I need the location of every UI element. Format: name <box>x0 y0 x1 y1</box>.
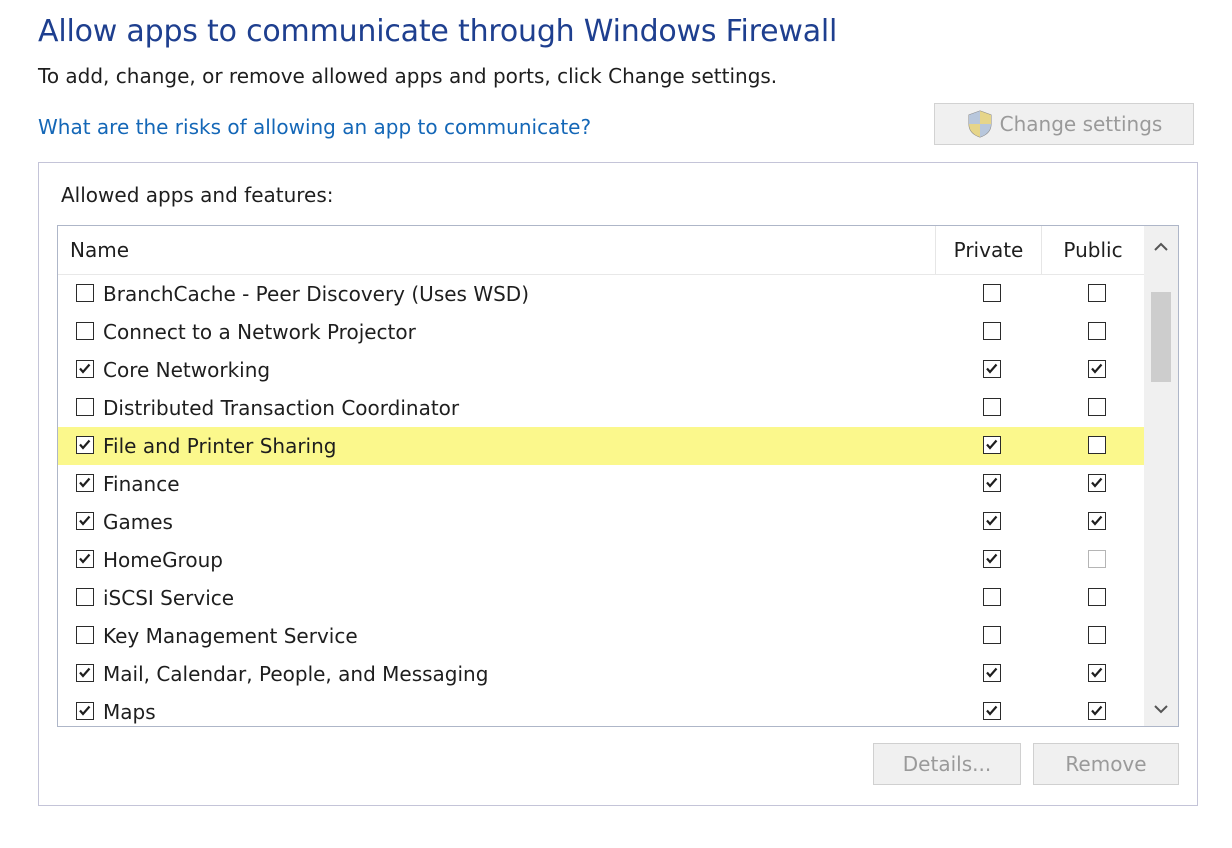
page-title: Allow apps to communicate through Window… <box>38 14 838 49</box>
public-network-checkbox[interactable] <box>1088 702 1106 720</box>
private-network-checkbox[interactable] <box>983 474 1001 492</box>
app-row[interactable]: Key Management Service <box>58 617 1144 655</box>
app-name-label: Distributed Transaction Coordinator <box>103 396 460 420</box>
app-enabled-checkbox[interactable] <box>76 436 94 454</box>
app-row[interactable]: File and Printer Sharing <box>58 427 1152 465</box>
private-network-checkbox[interactable] <box>983 284 1001 302</box>
app-name-label: iSCSI Service <box>103 586 235 610</box>
public-network-checkbox[interactable] <box>1088 550 1106 568</box>
details-button[interactable]: Details... <box>873 743 1021 785</box>
public-network-checkbox[interactable] <box>1088 284 1106 302</box>
app-row[interactable]: Maps <box>58 693 1144 726</box>
private-network-checkbox[interactable] <box>983 360 1001 378</box>
column-header-private[interactable]: Private <box>936 226 1042 274</box>
private-network-checkbox[interactable] <box>983 398 1001 416</box>
remove-button[interactable]: Remove <box>1033 743 1179 785</box>
app-name-label: Core Networking <box>103 358 271 382</box>
app-enabled-checkbox[interactable] <box>76 474 94 492</box>
app-row[interactable]: Finance <box>58 465 1144 503</box>
list-header: Name Private Public <box>58 226 1144 275</box>
column-header-public[interactable]: Public <box>1042 226 1144 274</box>
app-name-label: Games <box>103 510 173 534</box>
private-network-checkbox[interactable] <box>983 626 1001 644</box>
app-row[interactable]: Core Networking <box>58 351 1144 389</box>
app-name-label: Mail, Calendar, People, and Messaging <box>103 662 489 686</box>
public-network-checkbox[interactable] <box>1088 512 1106 530</box>
app-row[interactable]: Mail, Calendar, People, and Messaging <box>58 655 1144 693</box>
allowed-apps-label: Allowed apps and features: <box>61 183 334 207</box>
app-row[interactable]: BranchCache - Peer Discovery (Uses WSD) <box>58 275 1144 313</box>
private-network-checkbox[interactable] <box>983 322 1001 340</box>
scroll-up-arrow-icon[interactable] <box>1144 230 1178 264</box>
public-network-checkbox[interactable] <box>1088 436 1106 454</box>
app-enabled-checkbox[interactable] <box>76 322 94 340</box>
app-row[interactable]: HomeGroup <box>58 541 1144 579</box>
app-enabled-checkbox[interactable] <box>76 626 94 644</box>
vertical-scrollbar[interactable] <box>1144 226 1178 726</box>
private-network-checkbox[interactable] <box>983 664 1001 682</box>
private-network-checkbox[interactable] <box>983 702 1001 720</box>
app-name-label: Maps <box>103 700 156 724</box>
public-network-checkbox[interactable] <box>1088 474 1106 492</box>
allowed-apps-list[interactable]: Name Private Public BranchCache - Peer D… <box>57 225 1179 727</box>
app-row[interactable]: Distributed Transaction Coordinator <box>58 389 1144 427</box>
change-settings-label: Change settings <box>999 112 1163 136</box>
scrollbar-thumb[interactable] <box>1151 292 1171 382</box>
column-header-name[interactable]: Name <box>58 226 936 274</box>
app-enabled-checkbox[interactable] <box>76 512 94 530</box>
private-network-checkbox[interactable] <box>983 588 1001 606</box>
app-name-label: File and Printer Sharing <box>103 434 337 458</box>
private-network-checkbox[interactable] <box>983 512 1001 530</box>
public-network-checkbox[interactable] <box>1088 664 1106 682</box>
scroll-down-arrow-icon[interactable] <box>1144 692 1178 726</box>
page-subtitle: To add, change, or remove allowed apps a… <box>38 64 778 88</box>
uac-shield-icon <box>966 109 994 139</box>
private-network-checkbox[interactable] <box>983 550 1001 568</box>
app-enabled-checkbox[interactable] <box>76 588 94 606</box>
change-settings-button[interactable]: Change settings <box>934 103 1194 145</box>
app-name-label: Key Management Service <box>103 624 358 648</box>
risks-help-link[interactable]: What are the risks of allowing an app to… <box>38 115 591 139</box>
public-network-checkbox[interactable] <box>1088 398 1106 416</box>
app-name-label: HomeGroup <box>103 548 223 572</box>
public-network-checkbox[interactable] <box>1088 626 1106 644</box>
app-enabled-checkbox[interactable] <box>76 664 94 682</box>
app-enabled-checkbox[interactable] <box>76 398 94 416</box>
app-enabled-checkbox[interactable] <box>76 284 94 302</box>
public-network-checkbox[interactable] <box>1088 588 1106 606</box>
app-row[interactable]: Games <box>58 503 1144 541</box>
private-network-checkbox[interactable] <box>983 436 1001 454</box>
public-network-checkbox[interactable] <box>1088 360 1106 378</box>
public-network-checkbox[interactable] <box>1088 322 1106 340</box>
app-name-label: Connect to a Network Projector <box>103 320 416 344</box>
app-enabled-checkbox[interactable] <box>76 360 94 378</box>
app-row[interactable]: Connect to a Network Projector <box>58 313 1144 351</box>
app-name-label: BranchCache - Peer Discovery (Uses WSD) <box>103 282 529 306</box>
allowed-apps-panel: Allowed apps and features: Name Private … <box>38 162 1198 806</box>
app-name-label: Finance <box>103 472 180 496</box>
app-enabled-checkbox[interactable] <box>76 550 94 568</box>
app-row[interactable]: iSCSI Service <box>58 579 1144 617</box>
app-enabled-checkbox[interactable] <box>76 702 94 720</box>
